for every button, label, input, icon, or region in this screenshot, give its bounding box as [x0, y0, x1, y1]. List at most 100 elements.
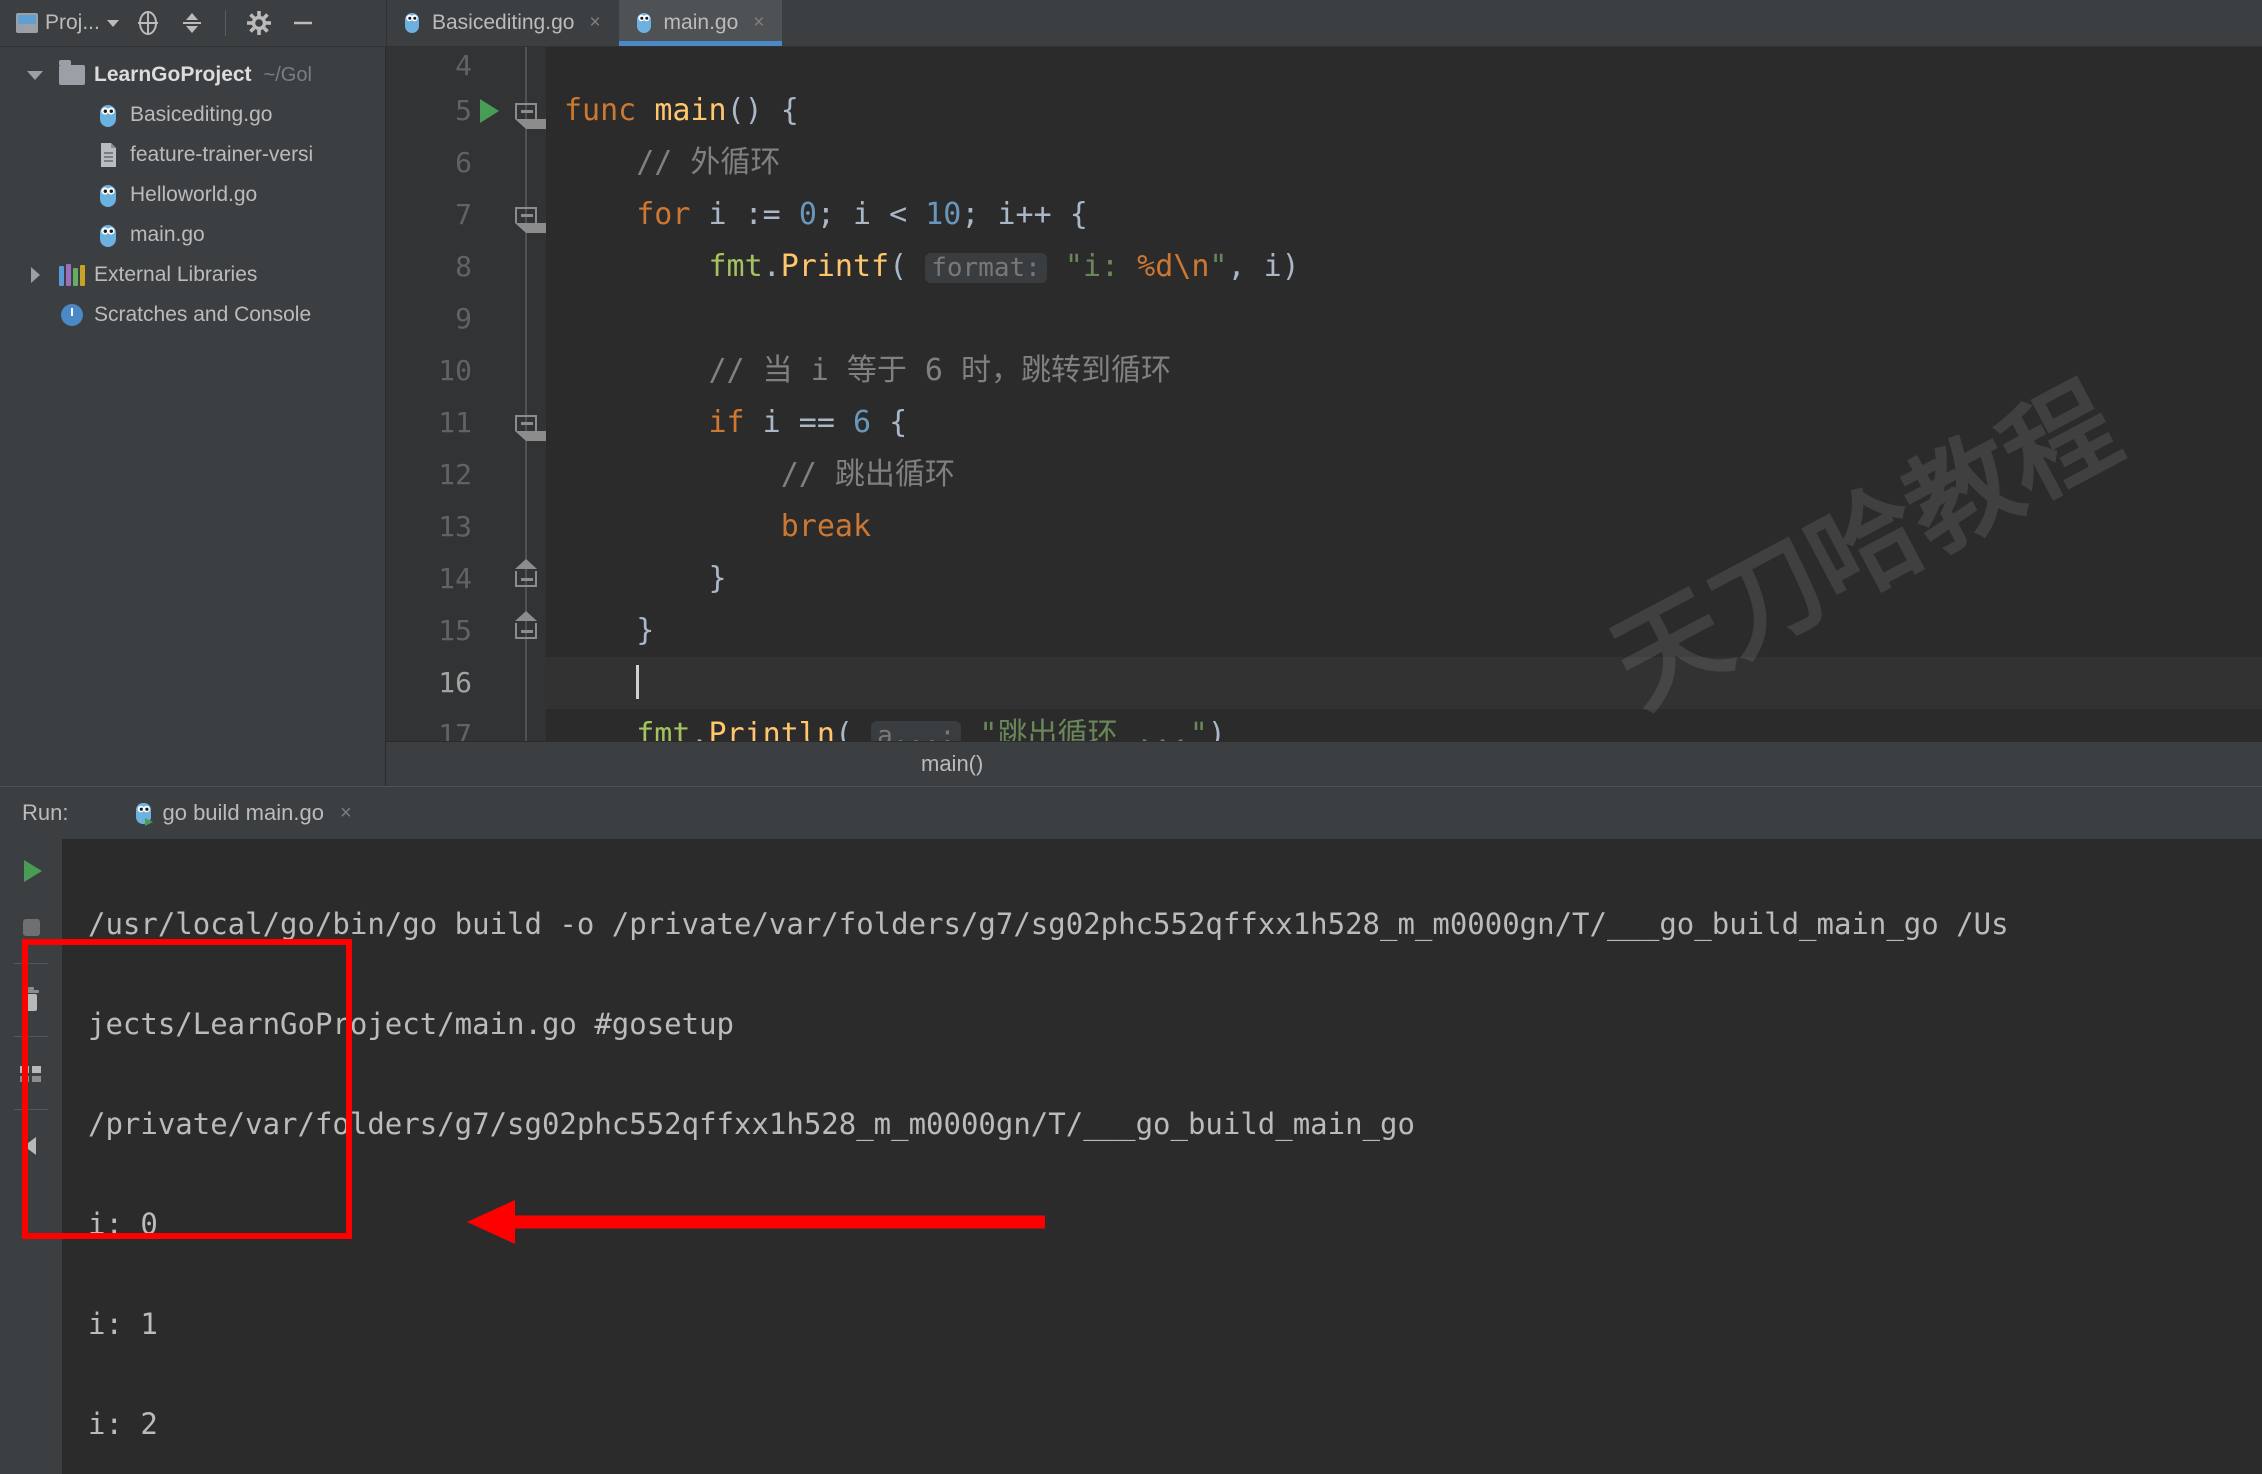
console-line: /usr/local/go/bin/go build -o /private/v…	[88, 907, 2009, 941]
editor-gutter[interactable]: 4 5 6 7 8 9 10 11 12 13 14 15 16 17	[386, 47, 559, 741]
run-side-toolbar	[0, 839, 62, 1474]
gutter-line: 13	[386, 501, 546, 553]
run-tab-label: go build main.go	[162, 800, 324, 825]
console-line: i: 0	[88, 1207, 158, 1241]
trash-icon[interactable]	[11, 980, 51, 1020]
chevron-down-icon	[106, 19, 119, 27]
tree-item-external-libraries[interactable]: External Libraries	[0, 255, 385, 295]
tab-label: main.go	[663, 11, 739, 34]
ide-window: Proj... Basicediting.go × main.go × Lear…	[0, 0, 2262, 1474]
project-icon	[16, 13, 38, 33]
code-line-13: break	[780, 509, 872, 544]
project-dropdown-label: Proj...	[45, 11, 100, 34]
tree-item-label: External Libraries	[94, 263, 258, 286]
go-file-icon	[88, 101, 128, 129]
tab-main-go[interactable]: main.go ×	[618, 0, 783, 46]
top-toolbar: Proj... Basicediting.go × main.go ×	[0, 0, 2262, 47]
go-run-icon	[134, 800, 154, 826]
line-number: 12	[438, 458, 472, 491]
run-panel-header: Run: go build main.go ×	[0, 787, 2262, 839]
go-file-icon	[88, 181, 128, 209]
gutter-line: 15	[386, 605, 546, 657]
fold-toggle-icon[interactable]	[506, 415, 559, 441]
scratches-icon	[52, 304, 92, 326]
go-file-icon	[403, 10, 421, 36]
project-toolbar: Proj...	[0, 0, 386, 46]
line-number: 14	[438, 562, 472, 595]
code-line-15: }	[564, 613, 655, 648]
code-line-16	[546, 657, 2262, 709]
toolbar-divider	[14, 1036, 48, 1037]
hide-panel-icon[interactable]	[288, 8, 318, 38]
tree-item-basicediting-go[interactable]: Basicediting.go	[0, 95, 385, 135]
go-file-icon	[88, 221, 128, 249]
tree-item-label: LearnGoProject	[94, 63, 252, 86]
code-line-10: // 当 i 等于 6 时，跳转到循环	[564, 353, 1172, 388]
gear-icon[interactable]	[244, 8, 274, 38]
fold-toggle-icon[interactable]	[506, 207, 559, 233]
gutter-line: 10	[386, 345, 546, 397]
console-line: i: 1	[88, 1307, 158, 1341]
gutter-line: 17	[386, 709, 546, 741]
tree-item-helloworld-go[interactable]: Helloworld.go	[0, 175, 385, 215]
code-text-area[interactable]: 天刀哈教程 qunxiaoha.com func main() { // 外循环…	[546, 47, 2262, 741]
tree-item-feature-trainer[interactable]: feature-trainer-versi	[0, 135, 385, 175]
gutter-line: 5	[386, 85, 559, 137]
run-panel: Run: go build main.go × /usr/local/go/bi…	[0, 786, 2262, 1474]
code-line-14: }	[564, 561, 727, 596]
main-area: LearnGoProject ~/Gol Basicediting.go fea…	[0, 47, 2262, 786]
run-panel-body: /usr/local/go/bin/go build -o /private/v…	[0, 839, 2262, 1474]
tab-basicediting-go[interactable]: Basicediting.go ×	[387, 0, 619, 46]
toolbar-divider	[14, 1109, 48, 1110]
go-file-icon	[635, 10, 653, 36]
line-number: 10	[438, 354, 472, 387]
console-output[interactable]: /usr/local/go/bin/go build -o /private/v…	[62, 839, 2262, 1474]
project-dropdown-button[interactable]: Proj...	[16, 11, 119, 35]
pin-icon[interactable]	[11, 1126, 51, 1166]
chevron-down-icon[interactable]	[18, 70, 52, 80]
gutter-line: 11	[386, 397, 559, 449]
gutter-line: 16	[386, 657, 546, 709]
close-icon[interactable]: ×	[589, 12, 600, 34]
run-gutter-icon[interactable]	[472, 99, 506, 123]
fold-end-icon[interactable]	[506, 559, 546, 587]
chevron-right-icon[interactable]	[18, 267, 52, 283]
fold-toggle-icon[interactable]	[506, 103, 559, 129]
gutter-line: 8	[386, 241, 546, 293]
editor-tabs: Basicediting.go × main.go ×	[387, 0, 2262, 46]
console-line: jects/LearnGoProject/main.go #gosetup	[88, 1007, 735, 1041]
tree-item-main-go[interactable]: main.go	[0, 215, 385, 255]
tree-item-label: main.go	[130, 223, 205, 246]
line-number: 5	[455, 94, 472, 127]
run-configuration-tab[interactable]: go build main.go ×	[134, 800, 352, 826]
code-line-7: for i := 0; i < 10; i++ {	[636, 197, 1088, 232]
code-line-6: // 外循环	[564, 145, 781, 180]
editor-viewport[interactable]: 4 5 6 7 8 9 10 11 12 13 14 15 16 17 天刀哈教…	[386, 47, 2262, 741]
gutter-line: 9	[386, 293, 546, 345]
stop-icon[interactable]	[11, 907, 51, 947]
line-number: 6	[455, 146, 472, 179]
tree-item-learngoproject[interactable]: LearnGoProject ~/Gol	[0, 55, 385, 95]
locate-icon[interactable]	[133, 8, 163, 38]
gutter-line: 14	[386, 553, 546, 605]
fold-end-icon[interactable]	[506, 611, 546, 639]
project-tree: LearnGoProject ~/Gol Basicediting.go fea…	[0, 47, 386, 786]
code-line-8: fmt.Printf( format: "i: %d\n", i)	[708, 249, 1300, 284]
line-number: 8	[455, 250, 472, 283]
print-icon[interactable]	[11, 1053, 51, 1093]
gutter-line: 7	[386, 189, 559, 241]
gutter-line: 6	[386, 137, 546, 189]
rerun-icon[interactable]	[11, 851, 51, 891]
close-icon[interactable]: ×	[753, 12, 764, 34]
line-number: 13	[438, 510, 472, 543]
code-line-17: fmt.Println( a...: "跳出循环 ...")	[546, 709, 2262, 741]
gutter-line: 12	[386, 449, 546, 501]
close-icon[interactable]: ×	[340, 802, 352, 825]
line-number: 15	[438, 614, 472, 647]
folder-icon	[52, 60, 92, 85]
collapse-all-icon[interactable]	[177, 8, 207, 38]
breadcrumb[interactable]: main()	[386, 741, 2262, 786]
tree-item-scratches-and-console[interactable]: Scratches and Console	[0, 295, 385, 335]
